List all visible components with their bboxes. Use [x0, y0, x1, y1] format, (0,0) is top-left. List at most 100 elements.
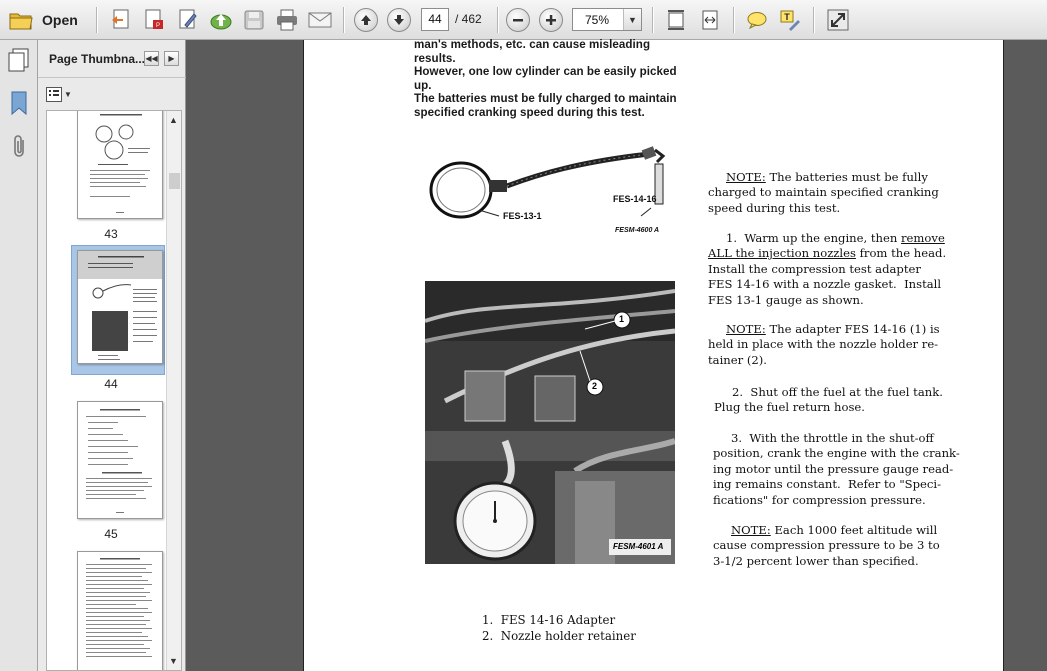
highlight-icon: T [780, 10, 800, 31]
step-text: Plug the fuel return hose. [714, 400, 865, 415]
highlight-button[interactable]: T [778, 6, 802, 34]
note-text: The batteries must be fully [765, 170, 928, 184]
note-text: tainer (2). [708, 352, 767, 367]
scroll-up-icon[interactable]: ▲ [169, 115, 178, 125]
comment-icon [747, 12, 767, 30]
export-pdf-button[interactable]: P [141, 6, 167, 34]
step-1: 1. Warm up the engine, then remove ALL t… [708, 231, 946, 308]
zoom-value: 75% [585, 13, 610, 27]
collapse-panel-button[interactable]: ◀◀ [144, 51, 159, 66]
next-page-icon [394, 15, 404, 25]
sign-button[interactable] [175, 6, 201, 34]
fit-page-button[interactable] [664, 6, 688, 34]
note-text: charged to maintain specified cranking [708, 185, 939, 200]
create-pdf-button[interactable] [108, 6, 134, 34]
open-label: Open [42, 12, 78, 28]
fullscreen-icon [827, 9, 849, 31]
note-adapter: NOTE: The adapter FES 14-16 (1) is held … [708, 322, 940, 368]
attachments-tab[interactable] [9, 134, 29, 165]
expand-panel-button[interactable]: ▶ [164, 51, 179, 66]
scroll-down-icon[interactable]: ▼ [169, 656, 178, 666]
note-text: speed during this test. [708, 200, 841, 215]
comment-button[interactable] [745, 6, 769, 34]
step-text: fications" for compression pressure. [713, 492, 926, 507]
fullscreen-button[interactable] [826, 6, 850, 34]
note-altitude: NOTE: Each 1000 feet altitude will cause… [713, 523, 940, 569]
zoom-out-button[interactable] [506, 8, 530, 32]
fit-width-button[interactable] [698, 6, 722, 34]
chevron-down-icon: ▼ [64, 90, 72, 99]
email-button[interactable] [307, 6, 333, 34]
zoom-in-button[interactable] [539, 8, 563, 32]
thumbnail-page-43[interactable] [77, 111, 163, 219]
page-preview [90, 114, 150, 213]
navigation-pane-bar [0, 40, 38, 671]
upload-icon [210, 14, 232, 30]
intro-paragraph: man's methods, etc. can cause misleading… [414, 38, 694, 120]
step-text: 1. Warm up the engine, then [726, 231, 902, 245]
pdf-page: man's methods, etc. can cause misleading… [303, 38, 1004, 671]
bookmark-icon [11, 91, 27, 116]
text-line: man's methods, etc. can cause misleading… [414, 38, 651, 65]
scrollbar-thumb[interactable] [169, 173, 180, 189]
gauge-figure [429, 146, 666, 219]
callout-2: 2 [592, 381, 598, 391]
thumbnail-options-button[interactable]: ▼ [46, 86, 72, 103]
page-total: / 462 [455, 12, 482, 26]
zoom-select[interactable]: 75% ▼ [572, 8, 642, 31]
panel-header: Page Thumbna... ◀◀ ▶ [38, 40, 186, 78]
step-text: Install the compression test adapter [708, 261, 921, 276]
note-text: held in place with the nozzle holder re- [708, 337, 939, 352]
toolbar-separator [96, 7, 97, 33]
step-text: ing motor until the pressure gauge read- [713, 461, 954, 476]
pages-icon [8, 48, 29, 72]
open-button[interactable]: Open [6, 6, 84, 34]
document-view[interactable]: man's methods, etc. can cause misleading… [186, 38, 1047, 671]
panel-title: Page Thumbna... [49, 52, 146, 66]
thumbnail-list[interactable]: 43 44 45 ▲ ▼ [46, 110, 182, 671]
chevron-down-icon[interactable]: ▼ [623, 9, 641, 30]
previous-page-icon [361, 15, 371, 25]
photo-code: FESM-4601 A [613, 542, 664, 551]
save-icon [244, 10, 264, 30]
thumbnails-panel: Page Thumbna... ◀◀ ▶ ▼ 43 44 45 ▲ ▼ [38, 40, 186, 671]
gauge-label: FES-13-1 [503, 211, 542, 221]
email-icon [308, 12, 332, 28]
note-text: Each 1000 feet altitude will [770, 523, 938, 537]
page-thumbnails-tab[interactable] [6, 46, 32, 77]
thumbnail-page-44[interactable] [77, 250, 163, 364]
export-icon: P [145, 9, 163, 29]
paperclip-icon [14, 135, 24, 157]
thumbnail-label: 44 [104, 377, 118, 391]
previous-page-button[interactable] [354, 8, 378, 32]
figure-code: FESM-4600 A [615, 227, 660, 234]
step-text: from the head. [855, 246, 947, 261]
adapter-label: FES-14-16 [613, 194, 657, 204]
thumbnail-page-46[interactable] [77, 551, 163, 670]
text-line: The batteries must be fully charged to m… [414, 92, 677, 106]
print-button[interactable] [274, 6, 300, 34]
thumbnail-scrollbar[interactable]: ▲ ▼ [166, 111, 181, 670]
step-2: 2. Shut off the fuel at the fuel tank. P… [714, 385, 943, 416]
page-number-input[interactable]: 44 [421, 8, 449, 31]
fit-width-icon [702, 10, 718, 30]
step-text: ALL the injection nozzles [708, 246, 856, 261]
bookmarks-tab[interactable] [9, 90, 29, 121]
thumbnail-page-45[interactable] [77, 401, 163, 519]
figure-captions: 1. FES 14-16 Adapter 2. Nozzle holder re… [482, 613, 636, 644]
fit-page-icon [668, 10, 684, 30]
caption-item: 1. FES 14-16 Adapter [482, 613, 616, 627]
callout-1: 1 [619, 314, 625, 324]
next-page-button[interactable] [387, 8, 411, 32]
step-3: 3. With the throttle in the shut-off pos… [713, 431, 960, 508]
save-button[interactable] [242, 6, 266, 34]
toolbar-separator [343, 7, 344, 33]
step-text: remove [901, 231, 945, 245]
create-pdf-icon [112, 9, 129, 29]
page-preview [86, 558, 152, 657]
sign-icon [179, 9, 197, 29]
note-text: cause compression pressure to be 3 to [713, 538, 940, 553]
page-preview [86, 409, 152, 513]
upload-button[interactable] [208, 6, 234, 34]
note-head: NOTE: [726, 322, 766, 336]
